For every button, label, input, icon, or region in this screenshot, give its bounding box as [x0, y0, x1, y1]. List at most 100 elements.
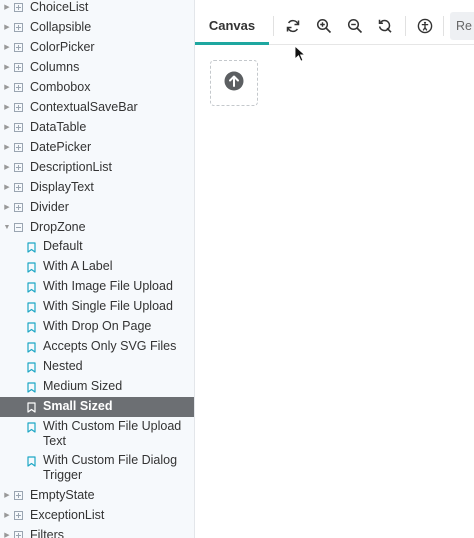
- bookmark-icon: [27, 382, 39, 393]
- sidebar-story-label: Accepts Only SVG Files: [43, 339, 177, 353]
- caret-right-icon: ▶: [4, 144, 10, 151]
- bookmark-icon: [27, 322, 39, 333]
- sidebar-group-choicelist[interactable]: ▶ ChoiceList: [0, 0, 194, 17]
- tab-next-label: Re: [456, 19, 472, 33]
- sidebar-group-displaytext[interactable]: ▶ DisplayText: [0, 177, 194, 197]
- expand-box-icon: [14, 22, 23, 32]
- sidebar-group-label: DescriptionList: [30, 160, 112, 174]
- caret-down-icon: ▼: [3, 223, 11, 231]
- reload-icon: [285, 18, 301, 34]
- bookmark-icon: [27, 402, 39, 413]
- caret-right-icon: ▶: [4, 184, 10, 191]
- zoom-in-button[interactable]: [312, 14, 336, 38]
- sidebar-story-with-image-file-upload[interactable]: With Image File Upload: [0, 277, 194, 297]
- sidebar-story-label: With A Label: [43, 259, 113, 273]
- expand-box-icon: [14, 62, 23, 72]
- sidebar-story-label: With Custom File Upload Text: [43, 419, 182, 448]
- upload-icon: [224, 71, 244, 96]
- mouse-cursor: [294, 44, 307, 68]
- toolbar-divider: [405, 16, 406, 36]
- reload-button[interactable]: [281, 14, 305, 38]
- caret-right-icon: ▶: [4, 164, 10, 171]
- sidebar-group-label: ColorPicker: [30, 40, 95, 54]
- sidebar-story-with-custom-file-dialog-trigger[interactable]: With Custom File Dialog Trigger: [0, 451, 194, 485]
- toolbar-divider: [443, 16, 444, 36]
- zoom-reset-button[interactable]: [373, 14, 397, 38]
- sidebar-story-with-a-label[interactable]: With A Label: [0, 257, 194, 277]
- sidebar-story-label: Small Sized: [43, 399, 113, 413]
- expand-box-icon: [14, 82, 23, 92]
- sidebar-group-label: DatePicker: [30, 140, 92, 154]
- bookmark-icon: [27, 282, 39, 293]
- expand-box-icon: [14, 142, 23, 152]
- zoom-out-button[interactable]: [343, 14, 367, 38]
- sidebar-group-datatable[interactable]: ▶ DataTable: [0, 117, 194, 137]
- expand-box-icon: [14, 202, 23, 212]
- sidebar-group-descriptionlist[interactable]: ▶ DescriptionList: [0, 157, 194, 177]
- expand-box-icon: [14, 42, 23, 52]
- caret-right-icon: ▶: [4, 84, 10, 91]
- sidebar-group-datepicker[interactable]: ▶ DatePicker: [0, 137, 194, 157]
- caret-right-icon: ▶: [4, 124, 10, 131]
- sidebar-group-columns[interactable]: ▶ Columns: [0, 57, 194, 77]
- caret-right-icon: ▶: [4, 532, 10, 538]
- sidebar-story-medium-sized[interactable]: Medium Sized: [0, 377, 194, 397]
- sidebar-group-label: ContextualSaveBar: [30, 100, 138, 114]
- toolbar: Canvas Re: [195, 7, 474, 45]
- sidebar-group-divider[interactable]: ▶ Divider: [0, 197, 194, 217]
- caret-right-icon: ▶: [4, 512, 10, 519]
- zoom-in-icon: [316, 18, 332, 34]
- sidebar-group-collapsible[interactable]: ▶ Collapsible: [0, 17, 194, 37]
- zoom-reset-icon: [377, 18, 393, 34]
- sidebar-group-label: Divider: [30, 200, 69, 214]
- sidebar-story-label: With Custom File Dialog Trigger: [43, 453, 178, 482]
- expand-box-icon: [14, 122, 23, 132]
- expand-box-icon: [14, 102, 23, 112]
- sidebar-group-label: EmptyState: [30, 488, 95, 502]
- accessibility-button[interactable]: [413, 14, 437, 38]
- bookmark-icon: [27, 242, 39, 253]
- sidebar-story-with-custom-file-upload-text[interactable]: With Custom File Upload Text: [0, 417, 194, 451]
- tab-next[interactable]: Re: [450, 12, 474, 40]
- sidebar-group-filters[interactable]: ▶ Filters: [0, 525, 194, 538]
- sidebar-group-dropzone[interactable]: ▼ DropZone: [0, 217, 194, 237]
- caret-right-icon: ▶: [4, 492, 10, 499]
- expand-box-icon: [14, 162, 23, 172]
- sidebar-group-label: DisplayText: [30, 180, 94, 194]
- sidebar-group-colorpicker[interactable]: ▶ ColorPicker: [0, 37, 194, 57]
- sidebar-story-with-drop-on-page[interactable]: With Drop On Page: [0, 317, 194, 337]
- sidebar-group-exceptionlist[interactable]: ▶ ExceptionList: [0, 505, 194, 525]
- sidebar-group-combobox[interactable]: ▶ Combobox: [0, 77, 194, 97]
- accessibility-icon: [417, 18, 433, 34]
- toolbar-divider: [273, 16, 274, 36]
- sidebar-group-label: DropZone: [30, 220, 86, 234]
- drop-zone[interactable]: [210, 60, 258, 106]
- sidebar-group-label: Combobox: [30, 80, 91, 94]
- expand-box-icon: [14, 2, 23, 12]
- caret-right-icon: ▶: [4, 4, 10, 11]
- sidebar-story-with-single-file-upload[interactable]: With Single File Upload: [0, 297, 194, 317]
- sidebar-story-default[interactable]: Default: [0, 237, 194, 257]
- sidebar-story-nested[interactable]: Nested: [0, 357, 194, 377]
- bookmark-icon: [27, 362, 39, 373]
- caret-right-icon: ▶: [4, 204, 10, 211]
- sidebar-group-emptystate[interactable]: ▶ EmptyState: [0, 485, 194, 505]
- bookmark-icon: [27, 262, 39, 273]
- sidebar-group-label: Filters: [30, 528, 65, 538]
- sidebar-group-contextualsavebar[interactable]: ▶ ContextualSaveBar: [0, 97, 194, 117]
- sidebar-story-accepts-only-svg-files[interactable]: Accepts Only SVG Files: [0, 337, 194, 357]
- caret-right-icon: ▶: [4, 24, 10, 31]
- tab-canvas[interactable]: Canvas: [195, 7, 269, 45]
- sidebar: ▶ ChoiceList ▶ Collapsible ▶ ColorPicker ▶ Colu…: [0, 0, 195, 538]
- collapse-box-icon: [14, 222, 23, 232]
- sidebar-story-label: With Single File Upload: [43, 299, 173, 313]
- bookmark-icon: [27, 342, 39, 353]
- expand-box-icon: [14, 182, 23, 192]
- sidebar-story-label: Medium Sized: [43, 379, 123, 393]
- expand-box-icon: [14, 530, 23, 538]
- expand-box-icon: [14, 510, 23, 520]
- sidebar-story-small-sized[interactable]: Small Sized: [0, 397, 194, 417]
- caret-right-icon: ▶: [4, 44, 10, 51]
- sidebar-story-label: Default: [43, 239, 83, 253]
- expand-box-icon: [14, 490, 23, 500]
